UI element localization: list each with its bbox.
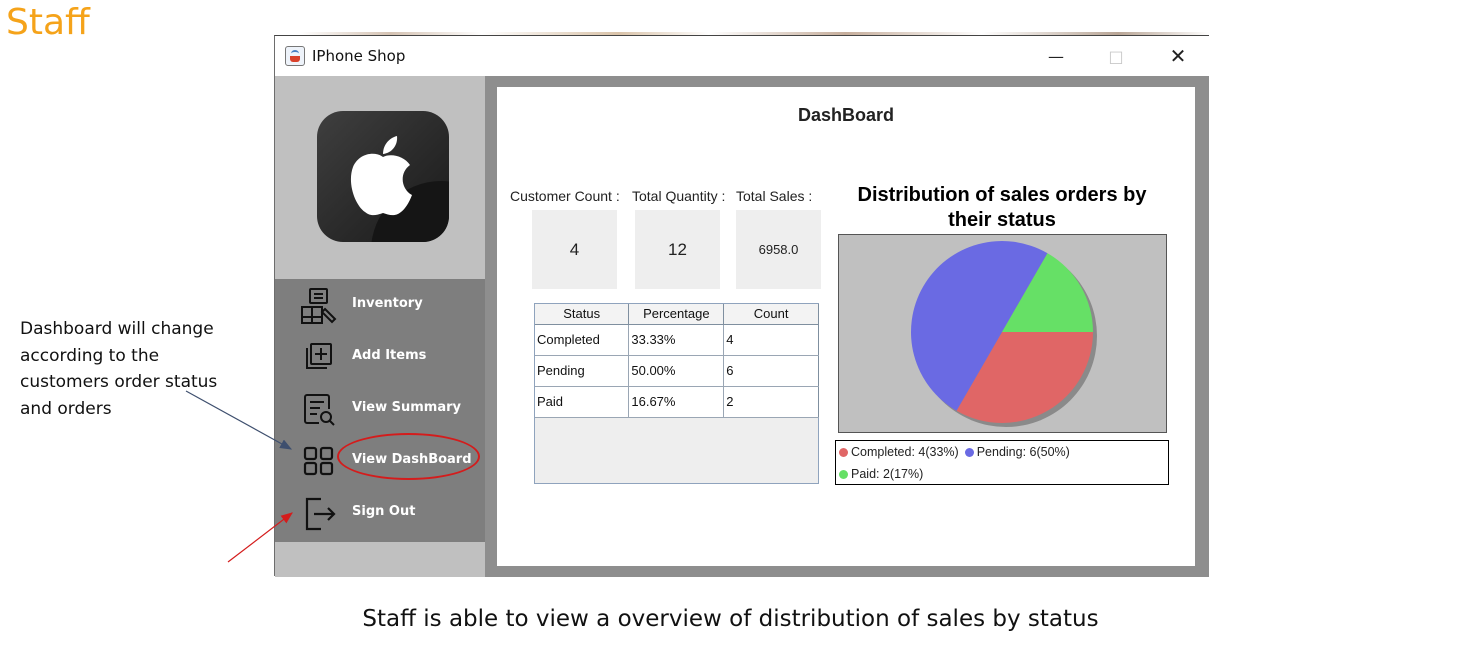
chart-title-line: their status [948,209,1056,231]
sidebar-item-label: Inventory [352,296,423,311]
slide-title: Staff [6,2,90,43]
column-header[interactable]: Count [723,304,819,325]
table-row[interactable]: Pending 50.00% 6 [535,355,819,387]
app-window: IPhone Shop — □ ✕ Inventory Add Items Vi… [274,35,1209,577]
sidebar-item-add-items[interactable]: Add Items [275,331,485,383]
legend-swatch [964,447,974,457]
chart-title: Distribution of sales orders by their st… [837,183,1167,233]
sidebar-menu: Inventory Add Items View Summary View Da… [275,279,485,542]
chart-title-line: Distribution of sales orders by [857,184,1147,206]
add-items-icon [306,343,332,369]
sidebar: Inventory Add Items View Summary View Da… [275,76,485,577]
chart-legend: Completed: 4(33%) Pending: 6(50%) Paid: … [835,440,1169,485]
title-bar: IPhone Shop — □ ✕ [275,36,1209,76]
table-header-row: Status Percentage Count [535,304,819,325]
sidebar-item-label: View Summary [352,400,462,415]
window-title: IPhone Shop [312,47,406,65]
close-button[interactable]: ✕ [1147,36,1209,76]
table-cell: 2 [723,386,819,418]
table-cell: Completed [535,324,630,356]
total-sales-label: Total Sales : [736,188,813,204]
table-cell: Paid [535,386,630,418]
dashboard-panel: DashBoard Customer Count : Total Quantit… [497,87,1195,566]
sidebar-item-label: Sign Out [352,504,416,519]
legend-swatch [839,447,848,457]
table-cell: Pending [535,355,630,387]
sidebar-item-view-summary[interactable]: View Summary [275,383,485,435]
customer-count-value: 4 [532,210,617,289]
legend-item-completed: Completed: 4(33%) [839,445,959,459]
legend-item-pending: Pending: 6(50%) [964,445,1070,459]
pie-chart [838,234,1167,433]
legend-swatch [839,469,848,479]
dashboard-highlight-circle [337,433,480,480]
column-header[interactable]: Percentage [628,304,725,325]
annotation-text: Dashboard will change according to the c… [20,319,218,419]
column-header[interactable]: Status [535,304,630,325]
sidebar-item-sign-out[interactable]: Sign Out [275,487,485,539]
total-sales-value: 6958.0 [736,210,821,289]
table-cell: 16.67% [628,386,725,418]
legend-label: Paid: 2(17%) [851,467,924,481]
maximize-button[interactable]: □ [1085,36,1147,76]
java-app-icon [285,46,305,66]
legend-label: Completed: 4(33%) [851,445,959,459]
status-table[interactable]: Status Percentage Count Completed 33.33%… [534,303,819,484]
sign-out-icon [305,497,336,531]
sidebar-item-label: Add Items [352,348,427,363]
minimize-button[interactable]: — [1025,36,1087,76]
total-quantity-value: 12 [635,210,720,289]
table-cell: 4 [723,324,819,356]
summary-icon [304,394,335,426]
legend-label: Pending: 6(50%) [976,445,1070,459]
table-cell: 33.33% [628,324,725,356]
total-quantity-label: Total Quantity : [632,188,726,204]
main-frame: DashBoard Customer Count : Total Quantit… [485,76,1209,577]
sidebar-item-inventory[interactable]: Inventory [275,279,485,331]
table-row[interactable]: Completed 33.33% 4 [535,324,819,356]
table-cell: 6 [723,355,819,387]
table-cell: 50.00% [628,355,725,387]
legend-item-paid: Paid: 2(17%) [839,467,923,481]
table-row[interactable]: Paid 16.67% 2 [535,386,819,418]
apple-logo-icon [317,111,449,242]
inventory-icon [301,288,337,324]
dashboard-icon [303,446,334,476]
dashboard-title: DashBoard [797,105,895,125]
customer-count-label: Customer Count : [510,188,620,204]
slide-caption: Staff is able to view a overview of dist… [362,606,1099,632]
